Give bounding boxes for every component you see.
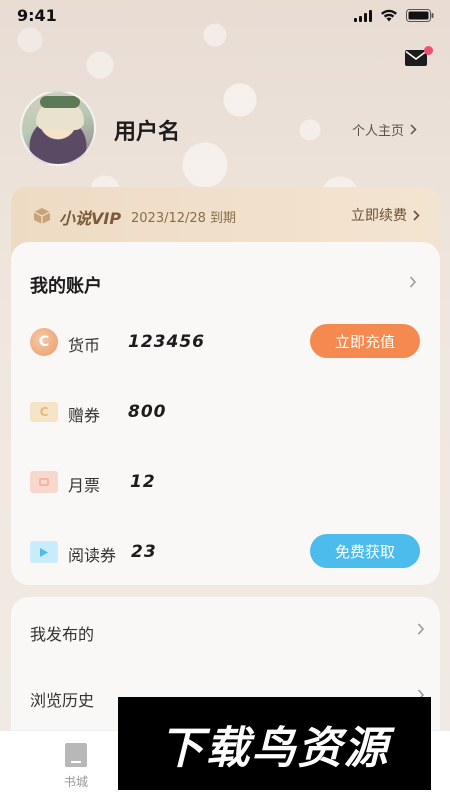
status-time: 9:41 [17,6,57,25]
tab-bookstore[interactable]: 书城 [56,743,96,790]
monthly-ticket-label: 月票 [68,476,101,495]
homepage-link[interactable]: 个人主页 [352,120,417,139]
list-item-label: 我发布的 [30,625,95,644]
ticket-icon [30,471,58,493]
currency-value: 123456 [128,332,205,352]
wifi-icon [380,9,398,22]
book-icon [65,743,87,767]
reading-voucher-label: 阅读券 [68,546,117,565]
list-item-my-published[interactable]: 我发布的 [30,617,425,647]
watermark: 下载鸟资源 [118,697,431,790]
coin-icon: C [30,328,58,356]
username: 用户名 [114,120,181,145]
gift-coupon-value: 800 [128,402,167,422]
vip-box-icon [33,208,51,224]
account-title: 我的账户 [30,276,102,297]
chevron-right-icon [413,209,420,221]
mail-button[interactable] [405,46,433,70]
battery-icon [406,9,434,22]
play-icon [30,541,58,563]
coupon-icon: C [30,402,58,422]
gift-coupon-row: C 赠券 800 [30,394,420,430]
account-chevron-icon[interactable] [409,276,417,288]
signal-icon [354,9,372,22]
monthly-ticket-row: 月票 12 [30,464,420,500]
vip-renew-button[interactable]: 立即续费 [351,205,420,225]
vip-label: 小说VIP [59,209,122,228]
status-bar: 9:41 [0,0,450,32]
chevron-right-icon [417,623,425,635]
currency-label: 货币 [68,336,101,355]
vip-renew-label: 立即续费 [351,208,407,224]
status-icons [354,9,434,22]
recharge-button[interactable]: 立即充值 [310,324,420,358]
gift-coupon-label: 赠券 [68,406,101,425]
notification-dot [424,46,433,55]
chevron-right-icon [410,124,417,135]
currency-row: C 货币 123456 立即充值 [30,324,420,360]
homepage-label: 个人主页 [352,124,405,139]
reading-voucher-row: 阅读券 23 免费获取 [30,534,420,570]
account-card: 我的账户 C 货币 123456 立即充值 C 赠券 800 月票 12 阅读券… [11,242,440,585]
tab-label: 书城 [63,775,88,789]
watermark-text: 下载鸟资源 [159,722,390,774]
reading-voucher-value: 23 [131,542,157,562]
monthly-ticket-value: 12 [130,472,156,492]
vip-expiry: 2023/12/28 到期 [131,211,237,226]
free-get-button[interactable]: 免费获取 [310,534,420,568]
avatar[interactable] [20,90,96,166]
list-item-label: 浏览历史 [30,691,95,710]
